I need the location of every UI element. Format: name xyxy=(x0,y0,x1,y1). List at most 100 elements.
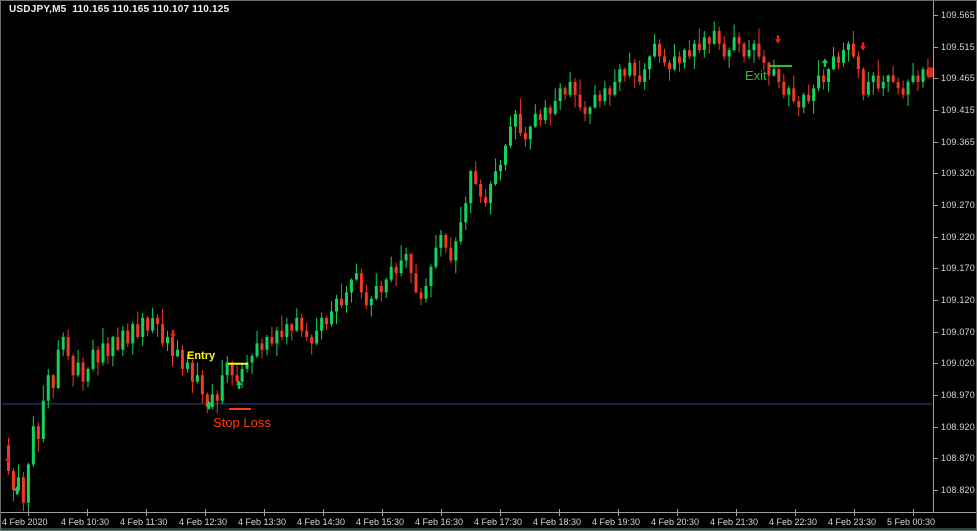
candle xyxy=(877,60,880,91)
time-tick-label: 4 Feb 11:30 xyxy=(120,517,167,527)
candle xyxy=(544,100,547,124)
time-tick-label: 4 Feb 13:30 xyxy=(238,517,286,527)
candle xyxy=(688,40,691,59)
candle xyxy=(310,334,313,354)
candle xyxy=(72,354,75,387)
time-axis-tick xyxy=(559,509,560,516)
candle xyxy=(708,36,711,54)
candle xyxy=(738,32,741,52)
candle xyxy=(181,345,184,375)
candle xyxy=(658,39,661,63)
candle xyxy=(395,263,398,286)
candle xyxy=(812,84,815,113)
price-tick-label: 108.920 xyxy=(941,422,975,432)
time-axis-tick xyxy=(913,509,914,516)
price-axis-tick xyxy=(934,427,938,428)
price-axis-tick xyxy=(934,205,938,206)
time-axis-tick xyxy=(382,509,383,516)
candle xyxy=(42,385,45,442)
candle xyxy=(454,238,457,274)
candle xyxy=(648,55,651,79)
time-axis-tick xyxy=(441,509,442,516)
candle xyxy=(280,315,283,340)
candle xyxy=(569,72,572,98)
candle xyxy=(82,357,85,390)
candle xyxy=(603,81,606,105)
candle xyxy=(116,327,119,351)
candle xyxy=(22,472,25,512)
candle xyxy=(335,295,338,324)
price-tick-label: 109.515 xyxy=(941,42,975,52)
price-axis-tick xyxy=(934,395,938,396)
price-tick-label: 108.970 xyxy=(941,390,975,400)
candle xyxy=(439,230,442,257)
time-axis-tick xyxy=(677,509,678,516)
candle xyxy=(295,308,298,332)
candle xyxy=(574,78,577,107)
candle xyxy=(345,286,348,313)
candle xyxy=(260,338,263,358)
candle xyxy=(807,84,810,103)
price-tick-label: 109.020 xyxy=(941,358,975,368)
candle xyxy=(777,65,780,89)
candle xyxy=(499,160,502,180)
candle xyxy=(420,288,423,305)
price-axis-tick xyxy=(934,15,938,16)
stop-loss-label[interactable]: Stop Loss xyxy=(213,415,271,430)
candle xyxy=(106,337,109,364)
time-tick-label: 4 Feb 23:30 xyxy=(828,517,876,527)
candle xyxy=(554,88,557,115)
candle xyxy=(474,162,477,186)
candle xyxy=(380,281,383,301)
candle xyxy=(325,316,328,330)
time-axis-tick xyxy=(618,509,619,516)
candle xyxy=(52,374,55,398)
time-tick-label: 4 Feb 15:30 xyxy=(356,517,404,527)
price-tick-label: 109.415 xyxy=(941,105,975,115)
candle xyxy=(509,116,512,148)
sell-arrow-icon xyxy=(775,35,781,44)
price-axis-tick xyxy=(934,142,938,143)
candle xyxy=(151,308,154,334)
candle xyxy=(802,93,805,113)
candle xyxy=(464,197,467,230)
candle xyxy=(340,283,343,308)
candle xyxy=(315,318,318,345)
candle xyxy=(638,60,641,85)
time-tick-label: 4 Feb 19:30 xyxy=(592,517,640,527)
candle xyxy=(256,331,259,358)
candle xyxy=(47,369,50,409)
time-axis-tick xyxy=(854,509,855,516)
candle xyxy=(459,207,462,245)
candle xyxy=(593,85,596,109)
candle xyxy=(231,361,234,385)
candle xyxy=(608,86,611,106)
candle xyxy=(668,60,671,80)
candlestick-plot xyxy=(1,1,933,512)
candle xyxy=(782,74,785,98)
chart-canvas[interactable]: USDJPY,M5 110.165 110.165 110.107 110.12… xyxy=(1,1,933,512)
candle xyxy=(797,96,800,116)
candle xyxy=(847,41,850,61)
candle xyxy=(753,40,756,63)
candle xyxy=(902,81,905,99)
candle xyxy=(872,72,875,95)
time-axis-tick xyxy=(146,509,147,516)
candle xyxy=(643,63,646,90)
candle xyxy=(519,99,522,137)
price-axis[interactable]: 109.565109.515109.465109.415109.365109.3… xyxy=(933,1,977,512)
candle xyxy=(62,333,65,357)
price-axis-tick xyxy=(934,490,938,491)
candle xyxy=(852,31,855,58)
candle xyxy=(270,327,273,346)
mt4-chart-window: USDJPY,M5 110.165 110.165 110.107 110.12… xyxy=(0,0,977,531)
time-tick-label: 4 Feb 20:30 xyxy=(651,517,699,527)
exit-label[interactable]: Exit xyxy=(745,68,767,83)
price-tick-label: 109.220 xyxy=(941,232,975,242)
candle xyxy=(534,104,537,128)
candle xyxy=(559,83,562,110)
candle xyxy=(400,245,403,276)
candle xyxy=(693,40,696,69)
entry-label[interactable]: Entry xyxy=(187,350,215,362)
candle xyxy=(837,52,840,69)
